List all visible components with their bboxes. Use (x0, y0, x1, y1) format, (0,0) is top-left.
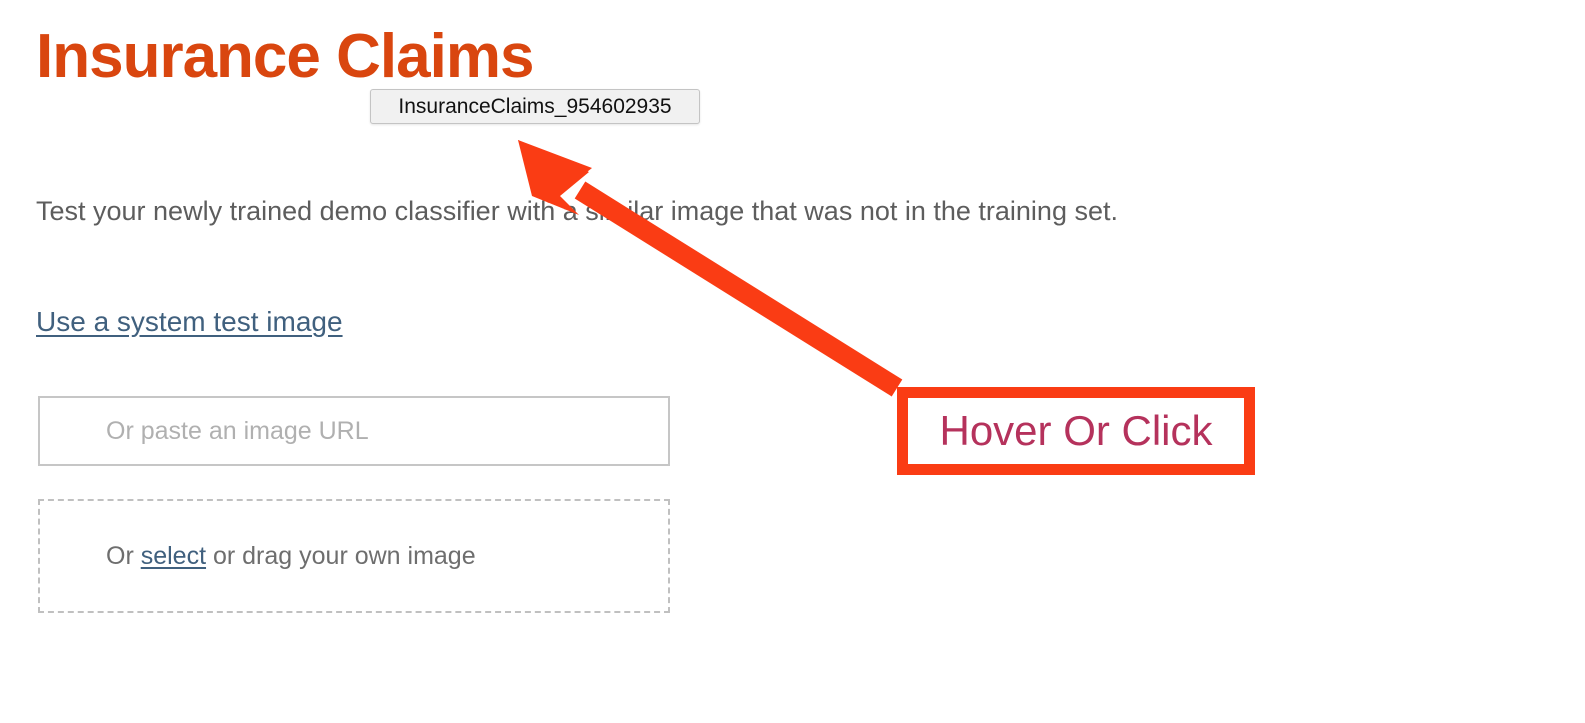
dropzone-prefix: Or (106, 541, 141, 570)
dropzone-select-link[interactable]: select (141, 542, 206, 570)
annotation-callout-box: Hover Or Click (897, 387, 1255, 475)
classifier-name-tooltip: InsuranceClaims_954602935 (370, 89, 700, 124)
use-system-test-image-link[interactable]: Use a system test image (36, 306, 343, 338)
dropzone-text: Or select or drag your own image (40, 542, 476, 571)
page-root: Insurance Claims InsuranceClaims_9546029… (0, 0, 1585, 723)
dropzone-suffix: or drag your own image (206, 541, 476, 570)
page-title: Insurance Claims (36, 22, 534, 91)
page-description: Test your newly trained demo classifier … (36, 196, 1118, 226)
image-url-input[interactable] (38, 396, 670, 466)
image-dropzone[interactable]: Or select or drag your own image (38, 499, 670, 613)
annotation-arrow-icon (518, 140, 903, 397)
annotation-layer: Hover Or Click (0, 0, 1585, 723)
annotation-callout-label: Hover Or Click (939, 407, 1213, 454)
tooltip-label: InsuranceClaims_954602935 (398, 94, 672, 118)
